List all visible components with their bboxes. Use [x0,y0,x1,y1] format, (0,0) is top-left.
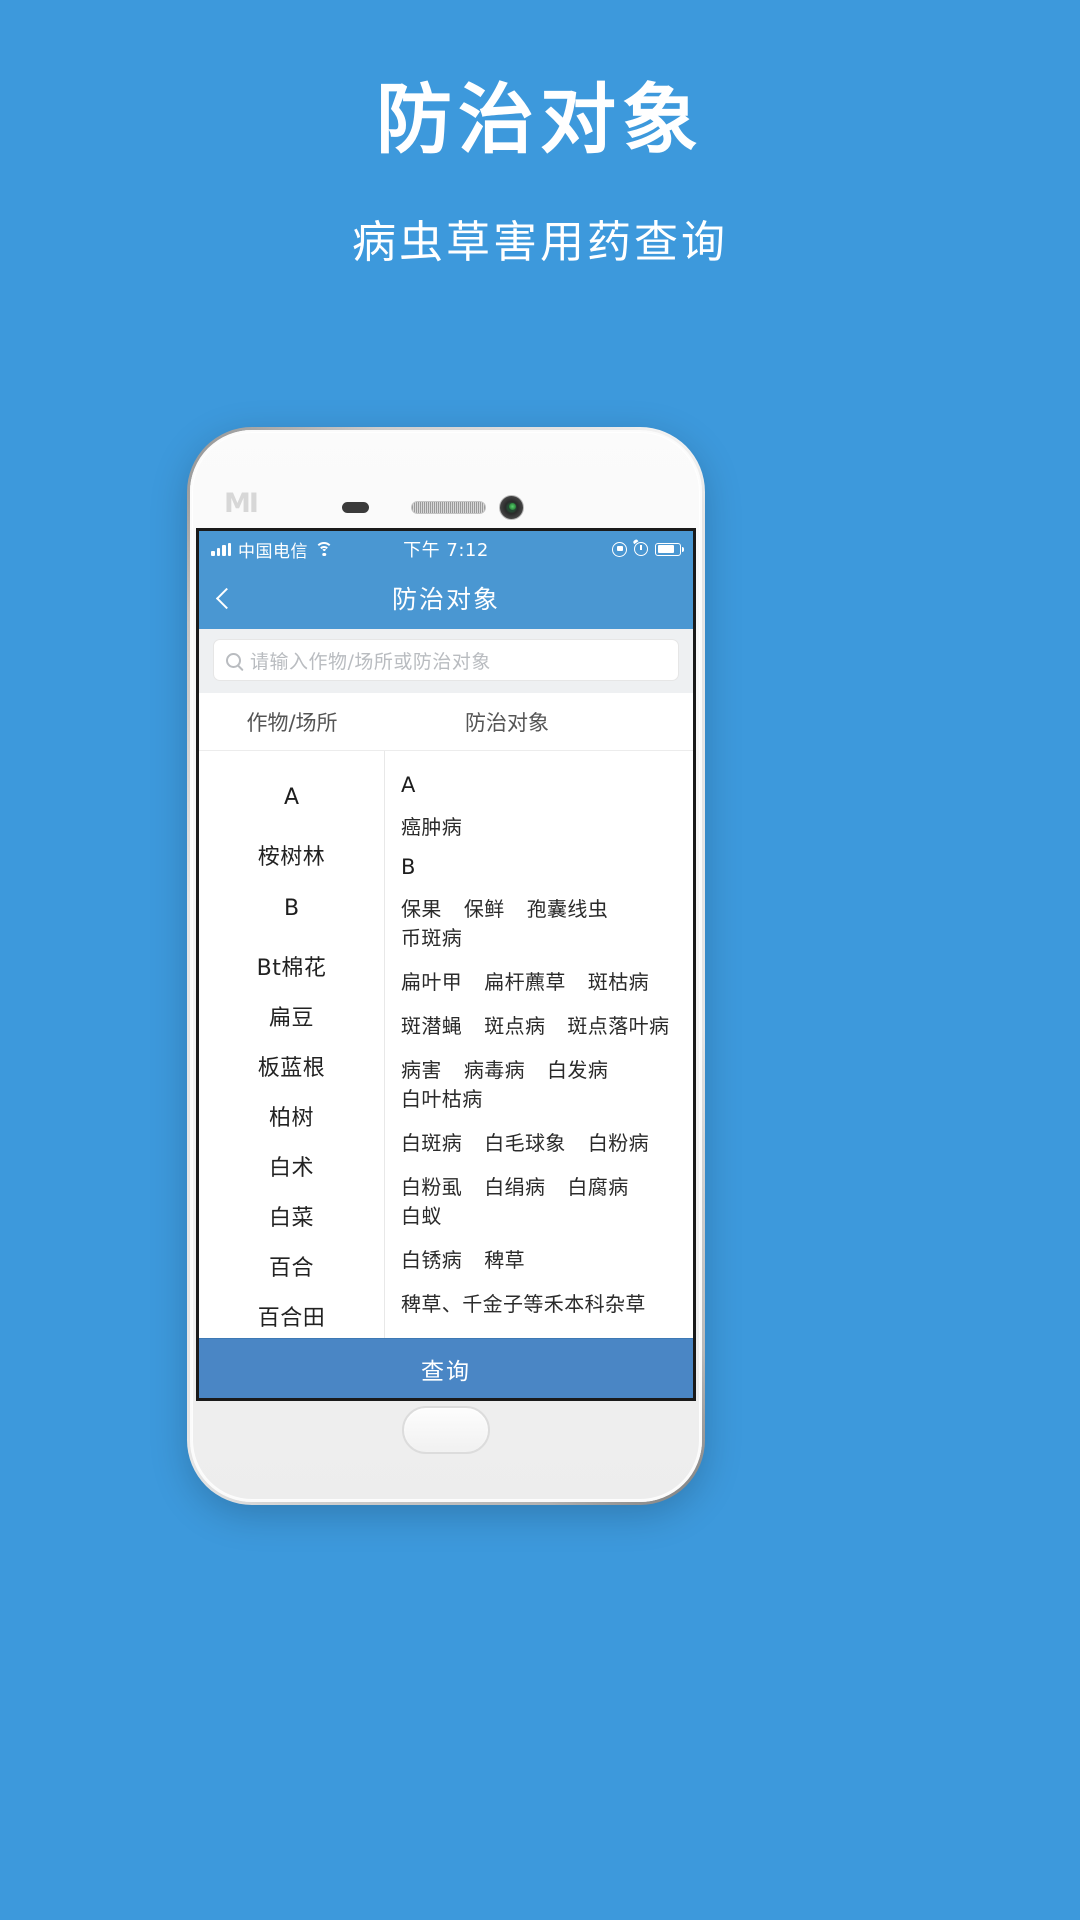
target-list-row: 白斑病 白毛球象 白粉病 [401,1127,679,1156]
target-list-item[interactable]: 白绢病 [484,1171,545,1200]
target-list-row: 癌肿病 [401,811,679,840]
target-list-item[interactable]: 白斑病 [401,1127,462,1156]
rotation-lock-icon [612,541,627,557]
target-list-row: 斑潜蝇 斑点病 斑点落叶病 [401,1010,679,1039]
page-title: 防治对象 [376,75,704,164]
target-list-row: 扁叶甲 扁杆藨草 斑枯病 [401,966,679,995]
crop-list-item[interactable]: 板蓝根 [199,1041,384,1091]
crop-list-item[interactable]: 桉树林 [199,830,384,880]
target-list-row: 白粉虱 白绢病 白腐病白蚁 [401,1171,679,1229]
page-subtitle: 病虫草害用药查询 [352,216,728,268]
target-list-item[interactable]: 病害 [401,1054,442,1083]
crop-list-item[interactable]: 白术 [199,1141,384,1191]
target-list-item[interactable]: 白锈病 [401,1244,462,1273]
mi-logo: MI [224,488,259,519]
target-list-item[interactable]: 币斑病 [401,922,462,951]
app-navbar: 防治对象 [199,567,693,629]
target-list-item[interactable]: 斑点落叶病 [567,1010,669,1039]
crop-list-item[interactable]: Bt棉花 [199,941,384,991]
home-button[interactable] [402,1406,490,1454]
search-icon [226,652,241,668]
target-list-item[interactable]: 斑枯病 [588,966,649,995]
target-list-item[interactable]: 扁叶甲 [401,966,462,995]
search-placeholder: 请输入作物/场所或防治对象 [250,650,491,673]
status-bar: 中国电信 下午 7:12 [199,531,693,567]
target-list-item[interactable]: 保鲜 [464,893,505,922]
target-list-item[interactable]: 白粉病 [588,1127,649,1156]
crop-list-item[interactable]: 白菜 [199,1191,384,1241]
alarm-clock-icon [634,542,648,556]
phone-mockup: MI 中国电信 下午 7:12 防治对象 请输入作物/场所或防治对象 作物/场所… [187,427,705,1505]
target-list-item[interactable]: 稗草、千金子等禾本科杂草 [401,1288,646,1317]
battery-icon [655,542,684,556]
proximity-sensor-icon [342,502,369,513]
search-section: 请输入作物/场所或防治对象 [199,629,693,693]
target-list-section-header: B [401,855,416,879]
target-list-row: 保果 保鲜 孢囊线虫币斑病 [401,893,679,951]
promo-header: 防治对象 病虫草害用药查询 [0,0,1080,270]
earpiece-speaker [411,501,486,514]
target-list-item[interactable]: 孢囊线虫 [527,893,609,922]
front-camera-icon [499,495,524,520]
lists-container: A桉树林BBt棉花扁豆板蓝根柏树白术白菜百合百合田菠菜菠菜（保护地）菠萝 A癌肿… [199,751,693,1341]
navbar-title: 防治对象 [391,585,500,614]
crop-list[interactable]: A桉树林BBt棉花扁豆板蓝根柏树白术白菜百合百合田菠菜菠菜（保护地）菠萝 [199,751,385,1341]
target-list-item[interactable]: 稗草 [484,1244,525,1273]
target-list-item[interactable]: 白蚁 [401,1200,442,1229]
target-list-item[interactable]: 斑潜蝇 [401,1010,462,1039]
crop-list-item[interactable]: 柏树 [199,1091,384,1141]
target-list-item[interactable]: 白叶枯病 [401,1083,483,1112]
crop-list-section-header: B [283,896,300,921]
column-headers: 作物/场所 防治对象 [199,693,693,751]
column-header-target: 防治对象 [465,710,549,735]
target-list-row: 稗草、千金子等禾本科杂草 [401,1288,679,1317]
target-list-item[interactable]: 斑点病 [484,1010,545,1039]
target-list-section-header: A [401,773,416,797]
target-list-item[interactable]: 扁杆藨草 [484,966,566,995]
search-input[interactable]: 请输入作物/场所或防治对象 [213,639,679,681]
target-list-item[interactable]: 白发病 [547,1054,608,1083]
phone-screen: 中国电信 下午 7:12 防治对象 请输入作物/场所或防治对象 作物/场所 防治… [196,528,696,1401]
crop-list-section-header: A [283,785,300,810]
query-button[interactable]: 查询 [199,1338,693,1398]
target-list-item[interactable]: 白毛球象 [484,1127,566,1156]
target-list-item[interactable]: 病毒病 [464,1054,525,1083]
target-list-item[interactable]: 白粉虱 [401,1171,462,1200]
target-list-item[interactable]: 白腐病 [567,1171,628,1200]
target-list-row: 白锈病 稗草 [401,1244,679,1273]
column-header-crop: 作物/场所 [246,710,338,735]
target-list-item[interactable]: 保果 [401,893,442,922]
crop-list-item[interactable]: 百合田 [199,1291,384,1341]
target-list-row: 病害 病毒病 白发病白叶枯病 [401,1054,679,1112]
target-list-item[interactable]: 癌肿病 [401,811,462,840]
target-list[interactable]: A 癌肿病 B 保果 保鲜 孢囊线虫 币斑病 扁叶甲 扁杆藨草 斑枯病 斑潜蝇 斑点病 斑点落叶病 病害病… [385,751,693,1341]
crop-list-item[interactable]: 扁豆 [199,991,384,1041]
crop-list-item[interactable]: 百合 [199,1241,384,1291]
